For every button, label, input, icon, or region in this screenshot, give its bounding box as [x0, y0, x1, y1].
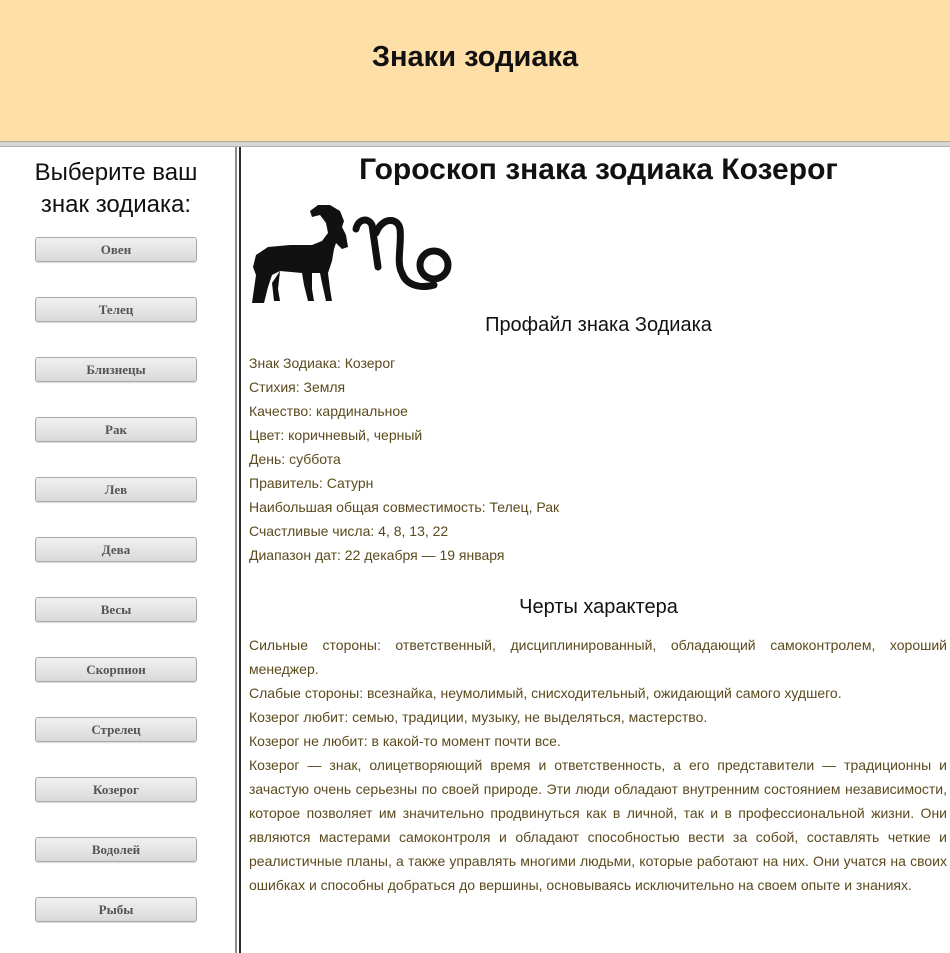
profile-heading: Профайл знака Зодиака — [485, 314, 712, 336]
header: Знаки зодиака — [0, 0, 950, 142]
traits-description: Козерог — знак, олицетворяющий время и о… — [249, 757, 947, 893]
sign-button-libra[interactable]: Весы — [35, 597, 197, 622]
traits-dislikes: Козерог не любит: в какой-то момент почт… — [249, 733, 561, 749]
sign-button-aquarius[interactable]: Водолей — [35, 837, 197, 862]
sign-button-cancer[interactable]: Рак — [35, 417, 197, 442]
sign-button-leo[interactable]: Лев — [35, 477, 197, 502]
sidebar: Выберите ваш знак зодиака: Овен Телец Бл… — [0, 147, 235, 953]
profile-compatibility: Наибольшая общая совместимость: Телец, Р… — [249, 499, 560, 515]
goat-icon — [252, 205, 348, 303]
sign-button-sagittarius[interactable]: Стрелец — [35, 717, 197, 742]
sign-button-capricorn[interactable]: Козерог — [35, 777, 197, 802]
page-title: Гороскоп знака зодиака Козерог — [359, 153, 838, 186]
profile-date-range: Диапазон дат: 22 декабря — 19 января — [249, 547, 505, 563]
sign-button-virgo[interactable]: Дева — [35, 537, 197, 562]
profile-sign: Знак Зодиака: Козерог — [249, 355, 396, 371]
traits-likes: Козерог любит: семью, традиции, музыку, … — [249, 709, 708, 725]
sidebar-heading-line-2: знак зодиака: — [40, 191, 192, 218]
sign-button-aries[interactable]: Овен — [35, 237, 197, 262]
profile-lucky-numbers: Счастливые числа: 4, 8, 13, 22 — [249, 523, 449, 539]
sign-button-gemini[interactable]: Близнецы — [35, 357, 197, 382]
sign-button-taurus[interactable]: Телец — [35, 297, 197, 322]
traits-weaknesses: Слабые стороны: всезнайка, неумолимый, с… — [249, 685, 842, 701]
profile-quality: Качество: кардинальное — [249, 403, 408, 419]
main-content: Гороскоп знака зодиака Козерог Профайл з… — [241, 147, 950, 953]
capricorn-icon — [252, 205, 452, 303]
sidebar-heading-line-1: Выберите ваш — [34, 159, 198, 186]
profile-list: Знак Зодиака: Козерог Стихия: Земля Каче… — [249, 351, 947, 567]
profile-color: Цвет: коричневый, черный — [249, 427, 423, 443]
sign-button-scorpio[interactable]: Скорпион — [35, 657, 197, 682]
sign-button-pisces[interactable]: Рыбы — [35, 897, 197, 922]
profile-element: Стихия: Земля — [249, 379, 346, 395]
site-title: Знаки зодиака — [371, 41, 579, 73]
traits-section: Сильные стороны: ответственный, дисципли… — [249, 633, 947, 897]
profile-day: День: суббота — [249, 451, 341, 467]
traits-heading: Черты характера — [519, 596, 678, 618]
traits-strengths: Сильные стороны: ответственный, дисципли… — [249, 637, 947, 677]
capricorn-glyph-icon — [352, 216, 452, 290]
sidebar-heading: Выберите ваш знак зодиака: — [0, 157, 232, 221]
profile-ruler: Правитель: Сатурн — [249, 475, 374, 491]
